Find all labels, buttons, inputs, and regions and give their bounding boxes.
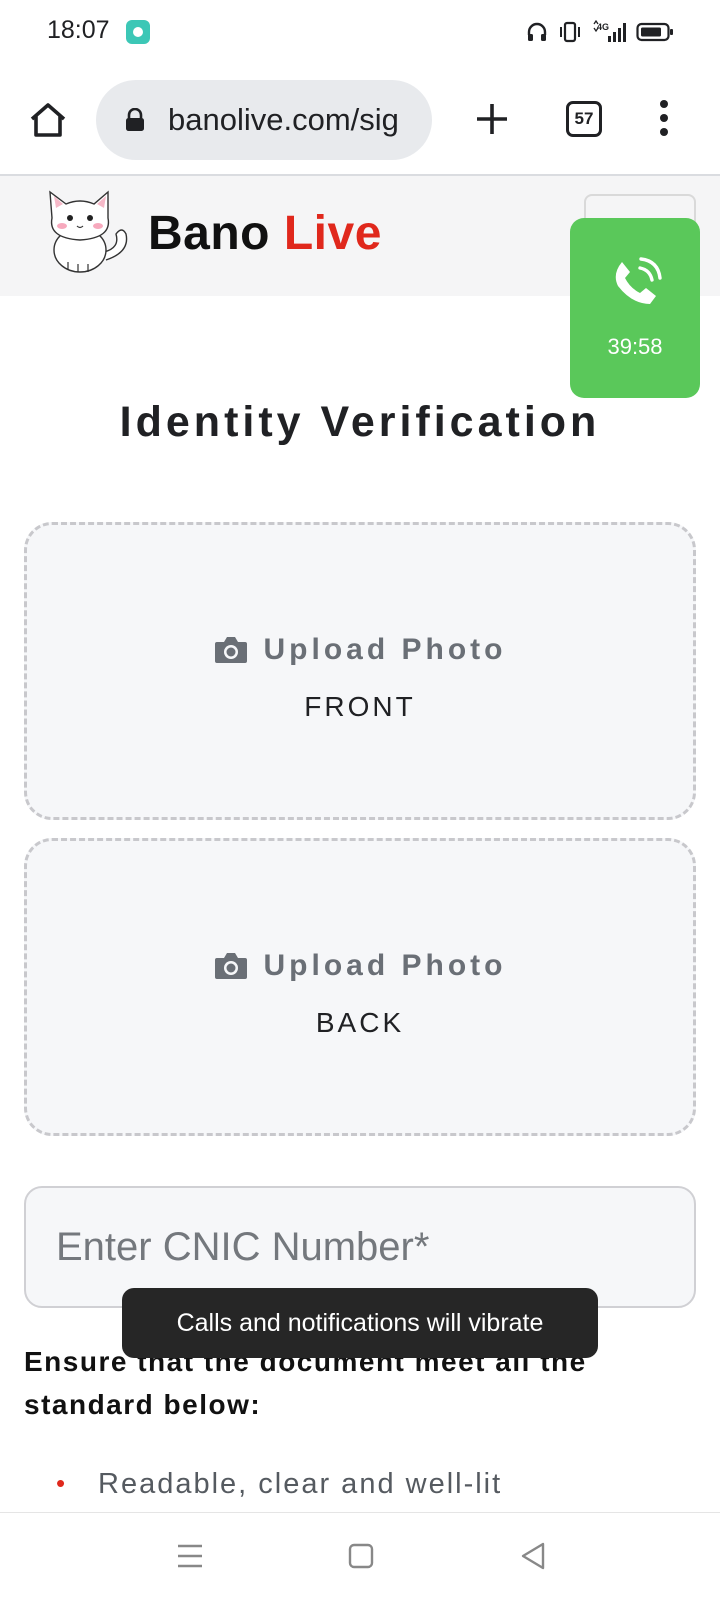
address-bar[interactable]: banolive.com/sig	[96, 80, 432, 160]
upload-back-dropzone[interactable]: Upload Photo BACK	[24, 838, 696, 1136]
tab-switcher-button[interactable]: 57	[566, 101, 602, 137]
more-vert-icon[interactable]	[654, 98, 674, 138]
app-notification-icon	[126, 20, 150, 44]
bullet-icon: •	[56, 1468, 68, 1498]
upload-back-label-row: Upload Photo	[27, 949, 693, 983]
page-title: Identity Verification	[119, 398, 601, 446]
camera-icon	[214, 637, 247, 663]
battery-icon	[636, 22, 673, 42]
phone-call-icon	[615, 257, 662, 304]
upload-front-side: FRONT	[304, 691, 416, 722]
brand-logo-text[interactable]: Bano Live	[148, 206, 382, 261]
brand-part2: Live	[283, 207, 382, 260]
status-icons: 4G	[526, 18, 674, 46]
upload-front-dropzone[interactable]: Upload Photo FRONT	[24, 522, 696, 820]
floating-call-widget[interactable]: 39:58	[570, 218, 700, 398]
upload-front-label-row: Upload Photo	[27, 633, 693, 667]
toast-message: Calls and notifications will vibrate	[122, 1288, 598, 1358]
system-navigation-bar	[0, 1512, 720, 1600]
home-icon[interactable]	[28, 100, 68, 140]
browser-toolbar: banolive.com/sig 57	[0, 64, 720, 176]
requirement-text: Readable, clear and well-lit	[98, 1468, 503, 1500]
4g-signal-icon: 4G	[593, 20, 626, 42]
upload-back-label: Upload Photo	[263, 949, 507, 982]
status-bar: 18:07 4G	[0, 0, 720, 64]
nav-home-icon[interactable]	[348, 1543, 374, 1569]
requirements-list: • Readable, clear and well-lit	[56, 1468, 502, 1501]
status-time: 18:07	[47, 16, 110, 44]
list-item: • Readable, clear and well-lit	[56, 1468, 502, 1501]
call-timer: 39:58	[607, 334, 663, 359]
recent-apps-icon[interactable]	[176, 1543, 204, 1569]
svg-text:4G: 4G	[597, 22, 609, 32]
upload-back-side: BACK	[315, 1007, 405, 1038]
new-tab-icon[interactable]	[474, 101, 510, 137]
lock-icon	[126, 108, 144, 131]
cat-logo-icon[interactable]	[34, 182, 134, 278]
brand-part1: Bano	[148, 207, 270, 260]
upload-front-label: Upload Photo	[263, 633, 507, 666]
camera-icon	[214, 953, 247, 979]
nav-back-icon[interactable]	[520, 1541, 546, 1571]
headphones-icon	[527, 22, 547, 41]
url-text: banolive.com/sig	[168, 102, 399, 137]
vibrate-icon	[560, 21, 580, 43]
